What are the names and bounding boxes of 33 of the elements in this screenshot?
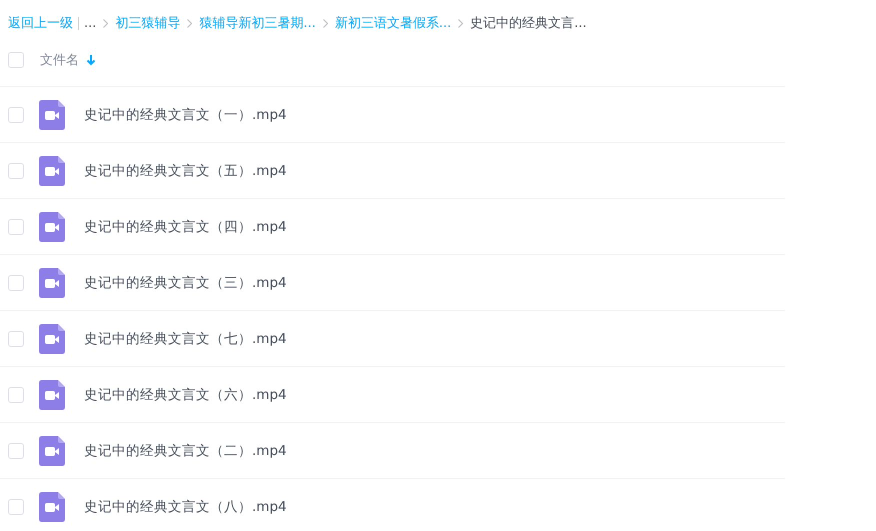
video-file-icon: [39, 380, 65, 410]
video-file-icon: [39, 492, 65, 522]
video-file-icon: [39, 212, 65, 242]
file-name[interactable]: 史记中的经典文言文（八）.mp4: [84, 498, 287, 516]
row-checkbox[interactable]: [8, 274, 24, 290]
chevron-icon: [187, 18, 192, 28]
row-checkbox[interactable]: [8, 498, 24, 514]
video-file-icon: [39, 268, 65, 298]
sort-arrow-icon[interactable]: [86, 54, 96, 66]
row-checkbox[interactable]: [8, 106, 24, 122]
video-file-icon: [39, 436, 65, 466]
row-checkbox[interactable]: [8, 162, 24, 178]
row-checkbox[interactable]: [8, 442, 24, 458]
chevron-icon: [103, 18, 108, 28]
select-all-checkbox[interactable]: [8, 52, 24, 68]
file-name[interactable]: 史记中的经典文言文（二）.mp4: [84, 442, 287, 460]
row-checkbox[interactable]: [8, 330, 24, 346]
file-name[interactable]: 史记中的经典文言文（四）.mp4: [84, 218, 287, 236]
breadcrumb-ellipsis[interactable]: ...: [84, 16, 96, 30]
video-file-icon: [39, 324, 65, 354]
file-name[interactable]: 史记中的经典文言文（三）.mp4: [84, 274, 287, 292]
video-file-icon: [39, 100, 65, 130]
chevron-icon: [322, 18, 328, 28]
chevron-icon: [458, 18, 464, 28]
column-header[interactable]: 文件名: [40, 51, 79, 69]
breadcrumb-current: 史记中的经典文言...: [470, 15, 587, 32]
file-name[interactable]: 史记中的经典文言文（六）.mp4: [84, 386, 287, 404]
row-checkbox[interactable]: [8, 218, 24, 234]
file-name[interactable]: 史记中的经典文言文（五）.mp4: [84, 162, 287, 180]
file-name[interactable]: 史记中的经典文言文（一）.mp4: [84, 106, 287, 124]
file-name[interactable]: 史记中的经典文言文（七）.mp4: [84, 330, 287, 348]
row-checkbox[interactable]: [8, 386, 24, 402]
video-file-icon: [39, 156, 65, 186]
